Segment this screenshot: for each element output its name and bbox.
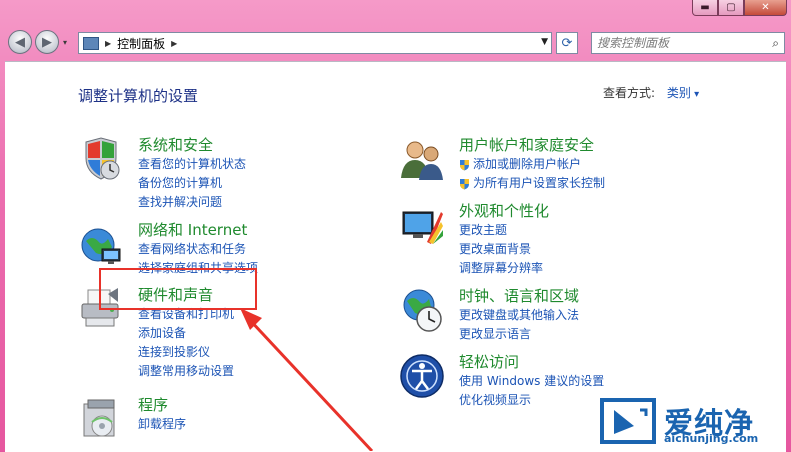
watermark-logo-icon — [600, 398, 656, 444]
window-frame: ▬ ▢ ✕ ◀ ▶ ▾ ▶ 控制面板 ▶ ▼ ⟳ ⌕ 调整计算机的设置 查看方式… — [0, 0, 791, 452]
watermark-url: aichunjing.com — [664, 432, 759, 445]
watermark: 爱纯净 aichunjing.com — [598, 394, 788, 449]
annotation-arrow-icon — [240, 308, 374, 451]
